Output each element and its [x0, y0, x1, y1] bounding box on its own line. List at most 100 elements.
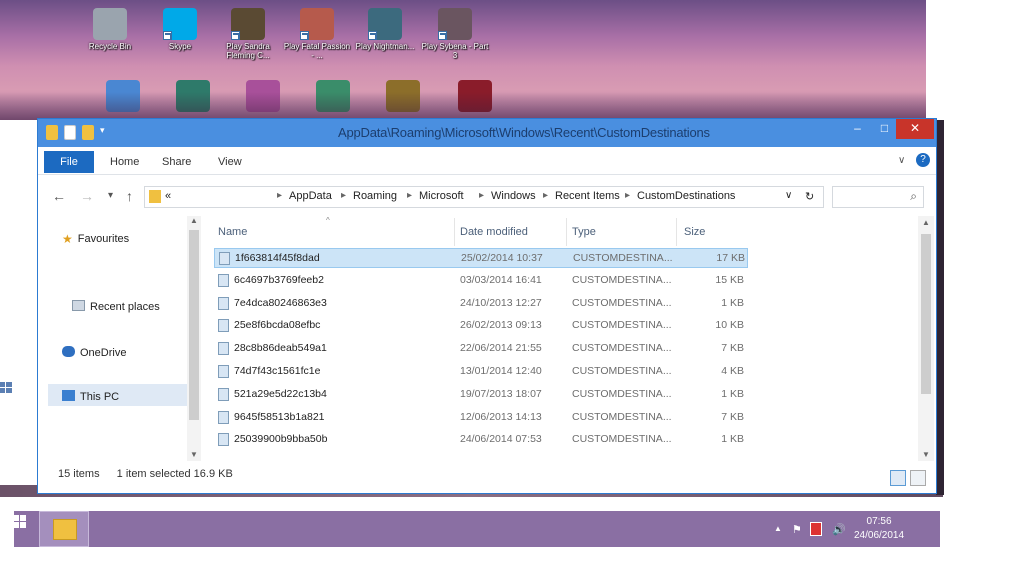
breadcrumb-separator-icon[interactable]: ▸ [625, 190, 630, 201]
breadcrumb-item[interactable]: Microsoft [419, 190, 464, 202]
file-size: 15 KB [715, 273, 744, 286]
file-name: 1f663814f45f8dad [235, 252, 320, 264]
column-header-type[interactable]: Type [572, 226, 596, 238]
file-size: 4 KB [721, 365, 744, 377]
nav-pane-scroll-thumb[interactable] [189, 230, 199, 420]
file-icon [218, 365, 229, 378]
breadcrumb-separator-icon[interactable]: ▸ [479, 190, 484, 201]
properties-icon[interactable] [64, 125, 76, 140]
computer-icon [62, 390, 75, 401]
desktop-wallpaper: Recycle Bin Skype Play Sandra Fleming C...… [0, 0, 926, 120]
desktop-icon[interactable] [88, 80, 158, 112]
column-header-date[interactable]: Date modified [460, 226, 528, 238]
table-row[interactable]: 9645f58513b1a821 12/06/2013 14:13 CUSTOMDE… [214, 408, 748, 428]
column-divider[interactable] [454, 218, 455, 246]
column-header-name[interactable]: Name [218, 226, 247, 238]
recent-locations-button[interactable]: ▾ [108, 190, 113, 201]
breadcrumb-item[interactable]: Windows [491, 190, 536, 202]
table-row[interactable]: 521a29e5d22c13b4 19/07/2013 18:07 CUSTOMDE… [214, 385, 748, 405]
tab-view[interactable]: View [208, 151, 252, 173]
tab-share[interactable]: Share [152, 151, 201, 173]
file-size: 7 KB [721, 342, 744, 355]
scroll-up-icon[interactable]: ▲ [922, 218, 930, 227]
title-bar[interactable]: ▾ AppData\Roaming\Microsoft\Windows\Rece… [38, 119, 936, 147]
nav-item-onedrive[interactable]: OneDrive [62, 346, 126, 359]
desktop-icon[interactable] [440, 80, 510, 112]
nav-item-recent-places[interactable]: Recent places [72, 300, 160, 313]
breadcrumb-separator-icon[interactable]: ▸ [341, 190, 346, 201]
help-icon[interactable]: ? [916, 153, 930, 167]
column-divider[interactable] [566, 218, 567, 246]
address-bar[interactable]: « ▸ AppData ▸ Roaming ▸ Microsoft ▸ Windows ▸ Rec… [144, 186, 824, 208]
column-divider[interactable] [676, 218, 677, 246]
file-list-scrollbar[interactable]: ▲ ▼ [918, 216, 934, 461]
column-header-size[interactable]: Size [684, 226, 705, 238]
breadcrumb-item[interactable]: Roaming [353, 190, 397, 202]
maximize-button[interactable]: □ [871, 119, 898, 139]
table-row[interactable]: 28c8b86deab549a1 22/06/2014 21:55 CUSTOMDE… [214, 339, 748, 359]
table-row[interactable]: 25e8f6bcda08efbc 26/02/2013 09:13 CUSTOMDE… [214, 316, 748, 336]
nav-item-this-pc[interactable]: This PC [62, 390, 119, 403]
desktop-icon[interactable] [298, 80, 368, 112]
file-icon [218, 319, 229, 333]
nav-item-favourites[interactable]: ★ Favourites [62, 232, 129, 246]
forward-button[interactable]: → [80, 188, 94, 204]
file-type: CUSTOMDESTINA... [572, 410, 672, 423]
scroll-down-icon[interactable]: ▼ [922, 450, 930, 459]
details-view-icon[interactable] [890, 470, 906, 486]
show-hidden-icons-icon[interactable]: ▲ [774, 524, 782, 533]
breadcrumb-item[interactable]: CustomDestinations [637, 190, 735, 202]
breadcrumb-item[interactable]: AppData [289, 190, 332, 202]
shortcut-arrow-icon [231, 31, 240, 40]
tab-file[interactable]: File [44, 151, 94, 173]
quick-access-dropdown-icon[interactable]: ▾ [100, 125, 108, 140]
taskbar-file-explorer-button[interactable] [39, 511, 89, 547]
refresh-icon[interactable]: ↻ [805, 190, 814, 203]
desktop-icon[interactable] [368, 80, 438, 112]
desktop-icon[interactable]: Play Fatal Passion - ... [282, 8, 352, 60]
file-date: 12/06/2013 14:13 [460, 410, 542, 423]
table-row[interactable]: 1f663814f45f8dad 25/02/2014 10:37 CUSTOMDE… [214, 248, 748, 268]
windows-logo-icon[interactable] [14, 515, 26, 529]
breadcrumb-separator-icon[interactable]: ▸ [277, 190, 282, 201]
address-dropdown-icon[interactable]: ∨ [785, 190, 792, 201]
breadcrumb-item[interactable]: Recent Items [555, 190, 620, 202]
up-button[interactable]: ↑ [126, 188, 133, 204]
app-icon [106, 80, 140, 112]
breadcrumb-separator-icon[interactable]: ▸ [407, 190, 412, 201]
windows-logo-icon[interactable] [0, 380, 12, 396]
action-center-flag-icon[interactable]: ⚑ [792, 523, 802, 536]
clock[interactable]: 07:56 24/06/2014 [854, 515, 904, 543]
nav-pane-scrollbar[interactable]: ▲ ▼ [187, 216, 201, 461]
back-button[interactable]: ← [52, 188, 66, 204]
close-button[interactable]: ✕ [896, 119, 934, 139]
volume-icon[interactable]: 🔊 [832, 523, 846, 536]
file-list-scroll-thumb[interactable] [921, 234, 931, 394]
minimize-button[interactable]: – [844, 119, 871, 139]
tab-home[interactable]: Home [100, 151, 149, 173]
table-row[interactable]: 25039900b9bba50b 24/06/2014 07:53 CUSTOMDE… [214, 430, 748, 450]
new-folder-icon[interactable] [82, 125, 94, 140]
scroll-up-icon[interactable]: ▲ [190, 216, 198, 225]
desktop-icon[interactable] [158, 80, 228, 112]
file-name: 6c4697b3769feeb2 [234, 273, 324, 286]
breadcrumb-overflow[interactable]: « [165, 190, 171, 202]
search-input[interactable]: ⌕ [832, 186, 924, 208]
desktop-icon[interactable] [228, 80, 298, 112]
network-icon[interactable] [810, 522, 822, 536]
desktop-icon[interactable]: Play Sandra Fleming C... [213, 8, 283, 60]
desktop-icon[interactable]: Play Nightman... [350, 8, 420, 51]
large-icons-view-icon[interactable] [910, 470, 926, 486]
scroll-down-icon[interactable]: ▼ [190, 450, 198, 459]
table-row[interactable]: 74d7f43c1561fc1e 13/01/2014 12:40 CUSTOMDE… [214, 362, 748, 382]
table-row[interactable]: 7e4dca80246863e3 24/10/2013 12:27 CUSTOMDE… [214, 294, 748, 314]
expand-ribbon-icon[interactable]: ∨ [898, 155, 905, 166]
status-bar: 15 items 1 item selected 16.9 KB [38, 464, 936, 492]
ribbon-tabs: File Home Share View ∨ ? [38, 147, 936, 175]
breadcrumb-separator-icon[interactable]: ▸ [543, 190, 548, 201]
search-icon[interactable]: ⌕ [910, 189, 917, 204]
table-row[interactable]: 6c4697b3769feeb2 03/03/2014 16:41 CUSTOMDE… [214, 271, 748, 291]
desktop-icon[interactable]: Recycle Bin [75, 8, 145, 51]
desktop-icon[interactable]: Play Sybena - Part 3 [420, 8, 490, 60]
desktop-icon[interactable]: Skype [145, 8, 215, 51]
